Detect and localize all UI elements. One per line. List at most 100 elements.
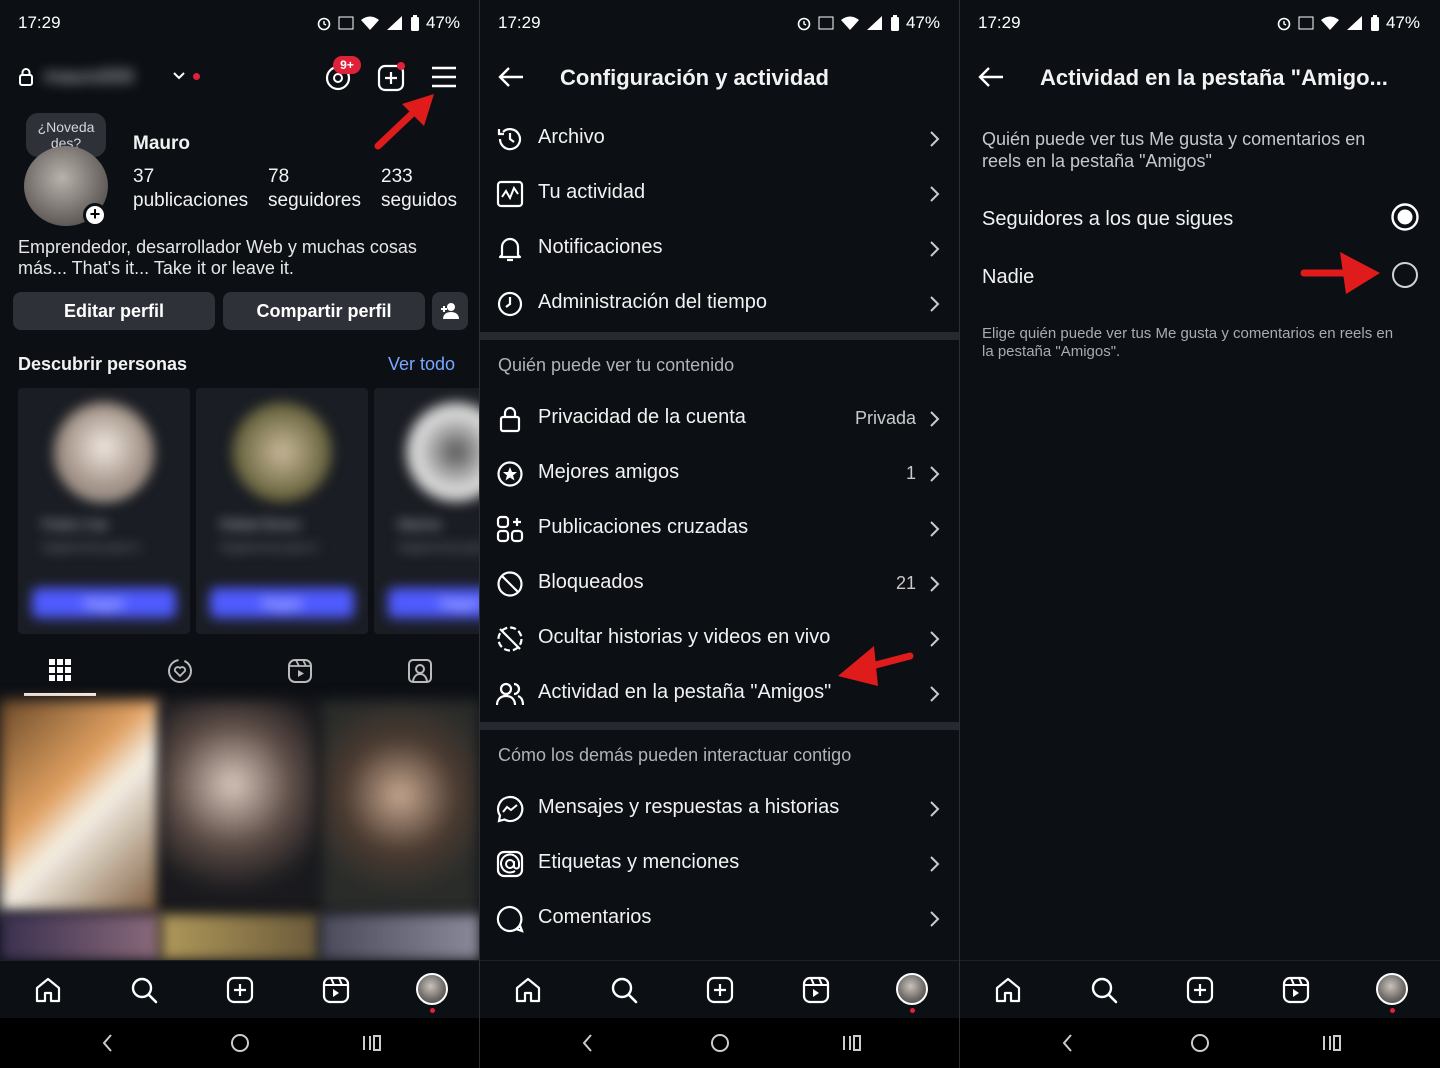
settings-item-time-management[interactable]: Administración del tiempo xyxy=(480,276,960,331)
home-icon[interactable] xyxy=(993,975,1023,1005)
post-thumbnail[interactable] xyxy=(161,914,319,960)
create-icon[interactable] xyxy=(225,975,255,1005)
battery-icon xyxy=(410,14,419,31)
see-all-link[interactable]: Ver todo xyxy=(388,354,455,375)
home-nav-icon[interactable] xyxy=(229,1032,251,1054)
settings-item-close-friends[interactable]: Mejores amigos 1 xyxy=(480,446,960,501)
home-icon[interactable] xyxy=(513,975,543,1005)
volte-icon xyxy=(818,16,834,30)
search-icon[interactable] xyxy=(1089,975,1119,1005)
recents-nav-icon[interactable] xyxy=(1321,1032,1343,1054)
settings-item-account-privacy[interactable]: Privacidad de la cuenta Privada xyxy=(480,391,960,446)
radio-selected[interactable] xyxy=(1390,202,1420,232)
post-thumbnail[interactable] xyxy=(320,700,480,912)
home-icon[interactable] xyxy=(33,975,63,1005)
tab-active-indicator xyxy=(24,693,96,696)
alarm-icon xyxy=(1277,17,1291,31)
suggestion-name: Marina xyxy=(398,516,441,532)
post-thumbnail[interactable] xyxy=(0,914,160,960)
search-icon[interactable] xyxy=(609,975,639,1005)
heart-circle-icon[interactable] xyxy=(166,658,194,684)
back-nav-icon[interactable] xyxy=(577,1032,599,1054)
settings-item-value: 1 xyxy=(905,463,916,483)
volte-icon xyxy=(1298,16,1314,30)
create-icon[interactable] xyxy=(705,975,735,1005)
battery-percent: 47% xyxy=(1385,13,1420,32)
settings-item-notifications[interactable]: Notificaciones xyxy=(480,221,960,276)
settings-item-tags-mentions[interactable]: Etiquetas y menciones xyxy=(480,836,960,891)
search-icon[interactable] xyxy=(129,975,159,1005)
reels-icon[interactable] xyxy=(287,658,313,684)
settings-item-messages[interactable]: Mensajes y respuestas a historias xyxy=(480,781,960,836)
post-thumbnail[interactable] xyxy=(161,700,319,912)
archive-icon xyxy=(497,128,522,151)
settings-item-label: Mejores amigos xyxy=(538,461,680,483)
status-time: 17:29 xyxy=(978,13,1021,32)
profile-avatar-nav[interactable] xyxy=(1376,973,1408,1005)
settings-item-blocked[interactable]: Bloqueados 21 xyxy=(480,556,960,611)
suggestion-name: Rafael Bravo xyxy=(220,516,301,532)
chevron-right-icon xyxy=(930,411,940,427)
back-arrow-icon[interactable] xyxy=(498,66,524,88)
back-nav-icon[interactable] xyxy=(97,1032,119,1054)
settings-item-crossposting[interactable]: Publicaciones cruzadas xyxy=(480,501,960,556)
hide-story-icon xyxy=(497,626,523,652)
post-thumbnail[interactable] xyxy=(320,914,480,960)
stat-followers[interactable]: 78 seguidores xyxy=(268,165,361,213)
settings-item-label: Notificaciones xyxy=(538,236,663,258)
settings-item-activity[interactable]: Tu actividad xyxy=(480,166,960,221)
stat-posts-label: publicaciones xyxy=(133,190,249,211)
suggestion-card[interactable]: Marina Sugerencia para ti Seguir xyxy=(374,388,480,634)
stat-following[interactable]: 233 seguidos xyxy=(381,165,457,213)
recents-nav-icon[interactable] xyxy=(361,1032,383,1054)
edit-profile-button[interactable]: Editar perfil xyxy=(13,292,215,330)
chevron-down-icon[interactable] xyxy=(172,71,186,81)
discover-people-button[interactable] xyxy=(432,292,468,330)
create-icon[interactable] xyxy=(1185,975,1215,1005)
follow-button[interactable]: Seguir xyxy=(388,588,480,618)
home-nav-icon[interactable] xyxy=(1189,1032,1211,1054)
chevron-right-icon xyxy=(930,241,940,257)
help-line-2: la pestaña "Amigos". xyxy=(982,343,1121,360)
suggestion-card[interactable]: Pedro Cas Sugerencia para ti Seguir xyxy=(18,388,190,634)
reels-nav-icon[interactable] xyxy=(1281,975,1311,1005)
follow-button[interactable]: Seguir xyxy=(32,588,176,618)
radio-unselected[interactable] xyxy=(1390,260,1420,290)
stat-posts[interactable]: 37 publicaciones xyxy=(133,165,248,213)
profile-avatar-nav[interactable] xyxy=(896,973,928,1005)
page-title: Actividad en la pestaña "Amigo... xyxy=(1040,65,1388,90)
suggestion-card[interactable]: Rafael Bravo Sugerencia para ti Seguir xyxy=(196,388,368,634)
home-nav-icon[interactable] xyxy=(709,1032,731,1054)
follow-button[interactable]: Seguir xyxy=(210,588,354,618)
back-arrow-icon[interactable] xyxy=(978,66,1004,88)
post-thumbnail[interactable] xyxy=(0,700,160,912)
suggestion-avatar xyxy=(406,402,480,502)
signal-icon xyxy=(1346,16,1362,30)
tagged-icon[interactable] xyxy=(407,658,433,684)
unread-dot xyxy=(193,73,200,80)
settings-screen: 17:29 47% Configuración y actividad Arch… xyxy=(480,0,960,1068)
block-icon xyxy=(497,571,523,597)
comment-icon xyxy=(496,905,524,933)
username[interactable]: mauro000 xyxy=(44,66,134,89)
share-profile-button[interactable]: Compartir perfil xyxy=(223,292,425,330)
section-divider xyxy=(480,722,960,730)
suggestion-name: Pedro Cas xyxy=(42,516,109,532)
back-nav-icon[interactable] xyxy=(1057,1032,1079,1054)
annotation-arrow xyxy=(1300,252,1380,294)
settings-item-label: Bloqueados xyxy=(538,571,644,593)
option-followers-you-follow[interactable]: Seguidores a los que sigues xyxy=(960,190,1440,246)
section-header: Quién puede ver tu contenido xyxy=(498,355,735,375)
nav-dot xyxy=(910,1008,915,1013)
reels-nav-icon[interactable] xyxy=(801,975,831,1005)
profile-avatar-nav[interactable] xyxy=(416,973,448,1005)
settings-item-comments[interactable]: Comentarios xyxy=(480,891,960,946)
recents-nav-icon[interactable] xyxy=(841,1032,863,1054)
reels-nav-icon[interactable] xyxy=(321,975,351,1005)
question-text: Quién puede ver tus Me gusta y comentari… xyxy=(982,128,1365,172)
grid-icon[interactable] xyxy=(49,659,71,681)
hamburger-menu-icon[interactable] xyxy=(431,66,457,88)
settings-item-archive[interactable]: Archivo xyxy=(480,111,960,166)
suggestion-avatar xyxy=(54,402,154,502)
add-story-button[interactable]: + xyxy=(83,203,107,227)
